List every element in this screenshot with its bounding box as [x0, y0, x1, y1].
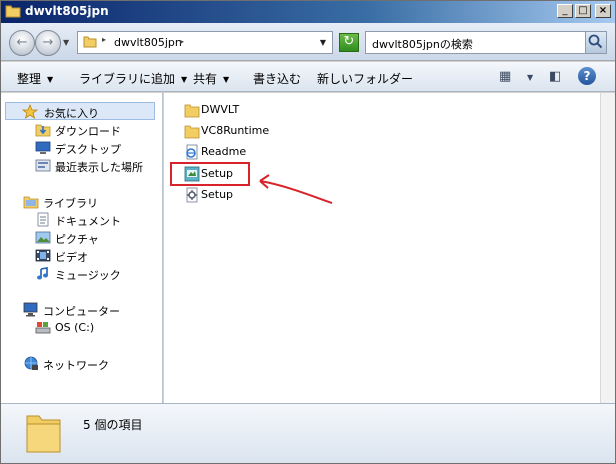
libraries-icon	[23, 196, 39, 209]
minimize-button[interactable]: _	[557, 4, 573, 18]
help-button[interactable]: ?	[578, 67, 596, 85]
settings-file-icon	[186, 187, 198, 203]
annotation-arrow-icon	[259, 174, 333, 204]
sidebar-item-label: ピクチャ	[55, 233, 99, 246]
recent-pages-dropdown[interactable]: ▼	[63, 38, 69, 47]
sidebar-item-label: 最近表示した場所	[55, 161, 143, 174]
back-button[interactable]: ←	[9, 30, 35, 56]
close-button[interactable]: ×	[595, 4, 611, 18]
sidebar-item-label: ビデオ	[55, 251, 88, 264]
drive-icon	[35, 322, 51, 334]
breadcrumb-segment[interactable]: dwvlt805jpn	[114, 36, 182, 49]
videos-icon	[35, 249, 51, 262]
sidebar-item-label: お気に入り	[44, 107, 99, 120]
explorer-window: dwvlt805jpn _ □ × ← → ▼ ▸ dwvlt805jpn ▸ …	[0, 0, 616, 464]
network-icon	[24, 356, 38, 370]
organize-menu[interactable]: 整理 ▼	[17, 70, 53, 87]
address-bar: ← → ▼ ▸ dwvlt805jpn ▸ ▼ ↻ dwvlt805jpnの検索	[1, 23, 615, 61]
music-icon	[37, 267, 48, 280]
search-button[interactable]	[585, 32, 606, 53]
file-name: VC8Runtime	[201, 124, 270, 137]
address-input[interactable]: ▸ dwvlt805jpn ▸ ▼	[77, 31, 333, 54]
folder-icon	[5, 5, 21, 18]
add-to-library-menu[interactable]: ライブラリに追加 ▼	[79, 70, 187, 87]
vertical-scrollbar[interactable]	[600, 93, 615, 403]
sidebar-item-label: ミュージック	[55, 269, 121, 282]
forward-button[interactable]: →	[35, 30, 61, 56]
search-input[interactable]: dwvlt805jpnの検索	[365, 31, 607, 54]
folder-icon	[26, 415, 61, 453]
star-icon	[22, 104, 38, 119]
help-icon: ?	[583, 69, 591, 83]
maximize-button[interactable]: □	[575, 4, 591, 18]
documents-icon	[37, 212, 49, 227]
add-to-library-label: ライブラリに追加	[79, 72, 176, 86]
item-count: 5 個の項目	[83, 418, 143, 432]
search-placeholder: dwvlt805jpnの検索	[372, 38, 473, 51]
sidebar-item-label: ダウンロード	[55, 125, 121, 138]
organize-label: 整理	[17, 72, 42, 86]
sidebar-item-favorites[interactable]: お気に入り	[5, 102, 155, 120]
folder-icon	[184, 125, 200, 139]
navigation-pane: お気に入り ダウンロード デスクトップ 最近表示した場所 ライブラリ ドキュメン…	[1, 93, 163, 403]
file-name: Readme	[201, 145, 247, 158]
annotation-highlight-box	[170, 162, 250, 186]
desktop-icon	[35, 141, 51, 154]
refresh-button[interactable]: ↻	[339, 33, 359, 52]
computer-icon	[23, 302, 38, 317]
chevron-down-icon: ▼	[181, 75, 188, 84]
file-name: DWVLT	[201, 103, 240, 116]
share-label: 共有	[193, 72, 218, 86]
window-title: dwvlt805jpn	[25, 4, 109, 18]
html-document-icon	[186, 144, 198, 160]
pictures-icon	[35, 231, 51, 244]
title-bar[interactable]: dwvlt805jpn _ □ ×	[1, 1, 615, 23]
breadcrumb-separator-icon[interactable]: ▸	[102, 35, 106, 44]
file-name: Setup	[201, 188, 234, 201]
recent-places-icon	[35, 159, 51, 172]
folder-icon	[184, 104, 200, 118]
details-pane: 5 個の項目	[1, 403, 615, 463]
sidebar-item-label: ドキュメント	[55, 215, 121, 228]
sidebar-item-label: ライブラリ	[43, 197, 98, 210]
new-folder-button[interactable]: 新しいフォルダー	[317, 70, 413, 87]
share-menu[interactable]: 共有 ▼	[193, 70, 229, 87]
view-options-dropdown[interactable]: ▼	[527, 73, 533, 82]
preview-pane-icon[interactable]: ◧	[549, 69, 561, 84]
change-view-icon[interactable]: ▦	[499, 69, 511, 84]
chevron-down-icon: ▼	[47, 75, 54, 84]
breadcrumb-dropdown-icon[interactable]: ▸	[180, 37, 184, 46]
sidebar-item-label: OS (C:)	[55, 321, 95, 334]
chevron-down-icon: ▼	[223, 75, 230, 84]
address-history-dropdown[interactable]: ▼	[320, 38, 326, 47]
command-bar: 整理 ▼ ライブラリに追加 ▼ 共有 ▼ 書き込む 新しいフォルダー ▦ ▼ ◧ ?	[1, 62, 615, 92]
sidebar-item-label: デスクトップ	[55, 143, 121, 156]
sidebar-item-label: ネットワーク	[43, 359, 109, 372]
search-icon	[588, 34, 603, 49]
file-list: DWVLT VC8Runtime Readme Setup Setup	[164, 93, 600, 403]
burn-button[interactable]: 書き込む	[253, 70, 301, 87]
downloads-folder-icon	[35, 124, 51, 137]
sidebar-item-label: コンピューター	[43, 305, 120, 318]
folder-icon	[83, 36, 97, 48]
